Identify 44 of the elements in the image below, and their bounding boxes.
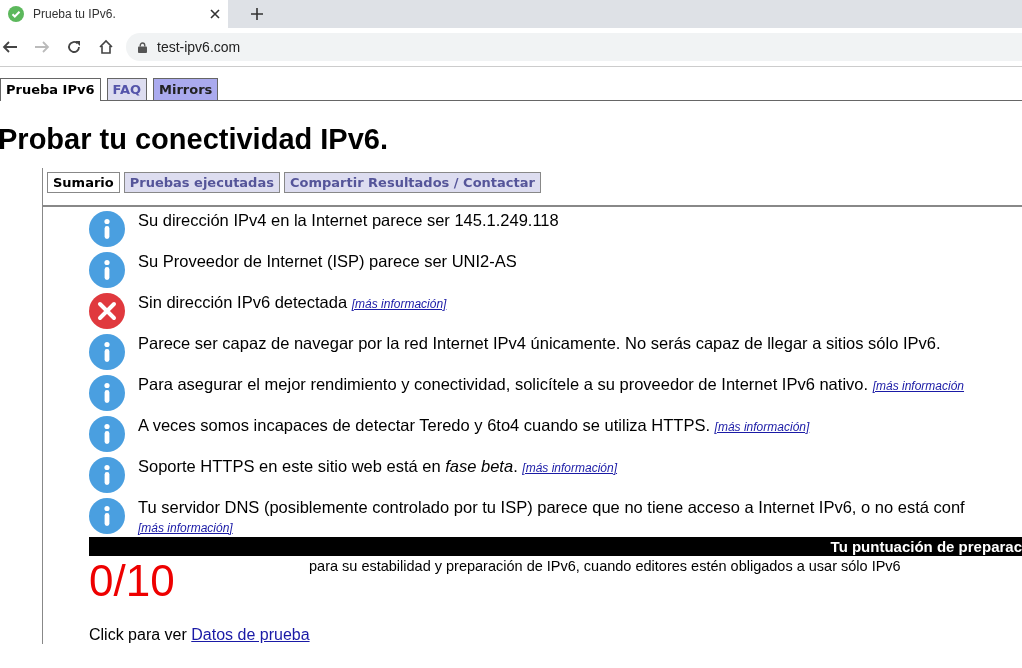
message-text: Parece ser capaz de navegar por la red Internet IPv4 únicamente. No serás capaz de llegar a sitios sólo IPv6. <box>138 334 941 352</box>
score-title: Tu puntuación de preparac <box>830 538 1022 555</box>
score-value: 0/10 <box>89 556 176 606</box>
lock-icon <box>138 41 147 53</box>
message-text: Su Proveedor de Internet (ISP) parece ser UNI2-AS <box>138 252 517 270</box>
message-text: Sin dirección IPv6 detectada <box>138 293 348 311</box>
site-tab[interactable]: Prueba IPv6 <box>0 78 101 101</box>
info-icon <box>89 498 125 534</box>
reload-icon[interactable] <box>66 39 82 55</box>
score-note: para su estabilidad y preparación de IPv6, cuando editores estén obligados a usar sólo IPv6 <box>309 558 901 574</box>
info-icon <box>89 211 125 247</box>
info-icon <box>89 457 125 493</box>
browser-tab[interactable]: Prueba tu IPv6. <box>0 0 228 28</box>
panel-tab[interactable]: Compartir Resultados / Contactar <box>283 172 541 193</box>
more-info-link[interactable]: [más información] <box>522 461 618 475</box>
info-icon <box>89 375 125 411</box>
new-tab-icon[interactable] <box>251 8 263 20</box>
tab-title: Prueba tu IPv6. <box>33 7 117 21</box>
info-icon <box>89 252 125 288</box>
error-icon <box>89 293 125 329</box>
more-info-link[interactable]: [más información <box>872 379 965 393</box>
more-info-link[interactable]: [más información] <box>714 420 810 434</box>
close-icon[interactable] <box>210 9 220 19</box>
site-tab[interactable]: FAQ <box>106 78 147 100</box>
info-icon <box>89 334 125 370</box>
info-icon <box>89 416 125 452</box>
message-text: Soporte HTTPS en este sitio web está en fase beta. <box>138 457 518 475</box>
footer-text: Click para ver <box>89 626 187 643</box>
back-icon[interactable] <box>2 39 18 55</box>
more-info-link[interactable]: [más información] <box>351 297 447 311</box>
site-tab[interactable]: Mirrors <box>153 78 219 100</box>
url-text: test-ipv6.com <box>157 39 241 55</box>
panel-tab[interactable]: Pruebas ejecutadas <box>123 172 280 193</box>
panel-tab[interactable]: Sumario <box>47 172 120 193</box>
message-text: Su dirección IPv4 en la Internet parece ser 145.1.249.118 <box>138 211 559 229</box>
message-text: Tu servidor DNS (posiblemente controlado por tu ISP) parece que no tiene acceso a Internet IPv6, o no está conf <box>138 498 965 516</box>
message-text: Para asegurar el mejor rendimiento y conectividad, solicítele a su proveedor de Internet IPv6 nativo. <box>138 375 869 393</box>
check-circle-icon <box>8 6 24 22</box>
home-icon[interactable] <box>98 39 114 55</box>
address-bar[interactable]: test-ipv6.com <box>126 33 1022 61</box>
message-text: A veces somos incapaces de detectar Teredo y 6to4 cuando se utiliza HTTPS. <box>138 416 710 434</box>
test-data-link[interactable]: Datos de prueba <box>191 626 310 643</box>
more-info-link[interactable]: [más información] <box>138 521 233 535</box>
page-heading: Probar tu conectividad IPv6. <box>0 123 389 156</box>
